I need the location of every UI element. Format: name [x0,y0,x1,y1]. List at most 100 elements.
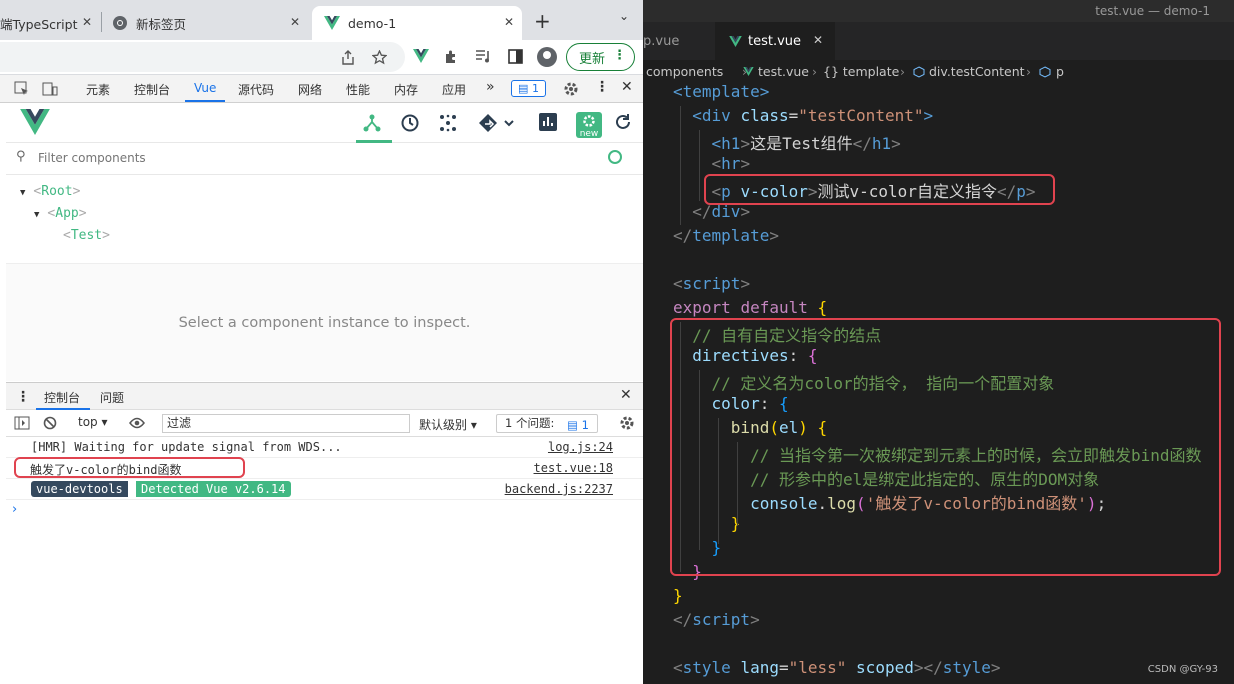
expand-arrow-icon[interactable]: ▼ [20,188,25,198]
extensions-puzzle-icon[interactable] [444,49,459,64]
more-tabs-icon[interactable]: » [486,79,495,95]
close-icon[interactable]: ✕ [504,15,514,29]
code-line: <h1>这是Test组件</h1> [673,130,1234,154]
code-token: > [990,658,1001,677]
log-source-link[interactable]: log.js:24 [548,440,613,454]
log-source-link[interactable]: test.vue:18 [534,461,613,475]
code-token: > [740,134,751,153]
close-devtools-icon[interactable]: ✕ [621,79,633,95]
tree-node-test[interactable]: <Test> [63,228,110,243]
drawer-menu-icon[interactable]: ⋮ [16,389,30,405]
browser-tab-demo-1[interactable]: demo-1 ✕ [312,6,522,40]
breadcrumb-item[interactable]: div.testContent [929,64,1025,79]
browser-tab-typescript[interactable]: 端TypeScript ✕ [0,6,100,40]
expand-arrow-icon[interactable]: ▼ [34,210,39,220]
console-filter-input[interactable]: 过滤 [162,414,410,433]
tree-node-app[interactable]: ▼ <App> [34,206,87,221]
code-token: lang [740,658,779,677]
log-message: [HMR] Waiting for update signal from WDS… [31,440,342,454]
code-line: </script> [673,610,1234,634]
chrome-icon [113,16,127,30]
breadcrumb: components › test.vue › {} template › di… [643,60,1234,84]
close-drawer-icon[interactable]: ✕ [620,387,632,403]
drawer-tab-bar: ⋮ 控制台 问题 ✕ [6,382,643,410]
tab-search-icon[interactable]: ⌄ [619,9,629,23]
inspect-element-icon[interactable] [14,81,30,97]
code-line: <div class="testContent"> [673,106,1234,130]
filter-components-input[interactable] [38,151,538,165]
editor-title-bar: test.vue — demo-1 [643,0,1234,22]
more-options-icon[interactable]: ⋮ [595,79,609,95]
share-icon[interactable] [341,50,355,65]
settings-new-badge[interactable]: new [576,112,602,139]
profile-avatar[interactable] [537,47,557,67]
settings-gear-icon[interactable] [563,81,579,97]
code-token: script [692,610,751,629]
console-log-row: [HMR] Waiting for update signal from WDS… [6,437,643,458]
browser-toolbar: 更新 ⋮ [0,40,643,75]
log-level-dropdown[interactable]: 默认级别 ▾ [419,416,477,433]
bookmark-star-icon[interactable] [372,50,387,65]
close-icon[interactable]: ✕ [290,15,300,29]
code-editor: test.vue — demo-1 p.vue test.vue ✕ compo… [643,0,1234,684]
code-token: "testContent" [798,106,924,125]
address-bar[interactable] [0,42,405,72]
update-button[interactable]: 更新 ⋮ [566,43,635,71]
code-token: h1 [871,134,892,153]
issues-counter-badge[interactable]: ▤ 1 [511,80,546,97]
devtools-tab-performance[interactable]: 性能 [346,81,370,98]
select-component-target-icon[interactable] [608,150,622,164]
console-settings-gear-icon[interactable] [619,415,635,431]
code-token: = [788,106,799,125]
element-cube-icon [1039,66,1051,78]
performance-chart-icon[interactable] [539,113,557,131]
breadcrumb-item[interactable]: {} template [823,64,899,79]
sidebar-toggle-icon[interactable] [14,416,30,430]
code-token: class [740,106,789,125]
log-source-link[interactable]: backend.js:2237 [505,482,613,496]
console-prompt[interactable]: › [12,502,17,517]
breadcrumb-item[interactable]: components [646,64,723,79]
devtools-tab-network[interactable]: 网络 [298,81,322,98]
components-tree-icon[interactable] [362,113,382,133]
breadcrumb-item[interactable]: test.vue [758,64,809,79]
code-token: "less" [788,658,847,677]
clear-console-icon[interactable] [43,416,57,430]
refresh-icon[interactable] [614,113,632,131]
editor-tab-test-vue[interactable]: test.vue ✕ [715,22,835,60]
code-token: > [750,610,760,629]
vue-devtools-extension-icon[interactable] [413,49,429,63]
drawer-tab-console[interactable]: 控制台 [44,389,80,406]
device-toolbar-icon[interactable] [42,81,58,97]
timeline-history-icon[interactable] [400,113,420,133]
editor-tab-p-vue[interactable]: p.vue [643,22,679,60]
tree-node-root[interactable]: ▼ <Root> [20,184,80,199]
browser-tab-new-tab-page[interactable]: 新标签页 ✕ [102,6,310,40]
side-panel-icon[interactable] [508,49,523,64]
context-selector[interactable]: top ▾ [78,415,108,429]
code-token: style [682,658,741,677]
media-control-icon[interactable] [476,50,492,63]
devtools-tab-memory[interactable]: 内存 [394,81,418,98]
close-icon[interactable]: ✕ [82,15,92,29]
devtools-tab-vue[interactable]: Vue [194,81,216,95]
drawer-tab-issues[interactable]: 问题 [100,389,124,406]
devtools-tab-sources[interactable]: 源代码 [238,81,274,98]
plugins-dots-icon[interactable] [438,113,458,133]
code-token: template [692,226,770,245]
inspect-placeholder: Select a component instance to inspect. [178,315,471,331]
breadcrumb-item[interactable]: p [1056,64,1064,79]
devtools-tab-application[interactable]: 应用 [442,81,466,98]
code-token: > [769,226,779,245]
devtools-tab-elements[interactable]: 元素 [86,81,110,98]
issues-button[interactable]: 1 个问题: ▤ 1 [496,414,598,433]
new-tab-button[interactable]: + [534,9,551,33]
routing-dropdown-icon[interactable] [478,113,514,133]
live-expression-eye-icon[interactable] [129,417,145,429]
close-icon[interactable]: ✕ [813,33,823,47]
devtools-tab-console[interactable]: 控制台 [134,81,170,98]
kebab-menu-icon[interactable]: ⋮ [613,48,626,63]
